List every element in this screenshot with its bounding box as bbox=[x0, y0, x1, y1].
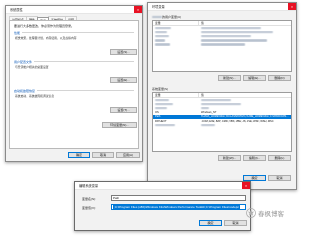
cancel-button[interactable]: 取消 bbox=[268, 175, 291, 181]
list-item[interactable] bbox=[153, 106, 291, 110]
group-description: 系统启动、系统故障和调试信息 bbox=[15, 94, 55, 98]
list-item[interactable] bbox=[153, 43, 291, 47]
edit-dialog-titlebar: 编辑系统变量 × bbox=[75, 182, 250, 190]
system-variables-list[interactable]: 变量 值 OS Windows_NT Path %JAVA_HOME%\bin;%C… bbox=[152, 92, 292, 152]
group-description: 与登录帐户相关的桌面设置 bbox=[15, 65, 49, 69]
cancel-button[interactable]: 取消 bbox=[92, 152, 114, 158]
window-title: 环境变量 bbox=[152, 5, 165, 9]
close-button[interactable]: × bbox=[134, 6, 142, 13]
edit-system-variable-dialog: 编辑系统变量 × 变量名(N): Path 变量值(V): ;C:\Progra… bbox=[74, 181, 251, 231]
variable-name-label: 变量名(N): bbox=[82, 197, 96, 201]
environment-variables-button[interactable]: 环境变量(N)... bbox=[102, 122, 137, 128]
group-title: 性能 bbox=[14, 31, 23, 35]
variable-value-label: 变量值(V): bbox=[82, 206, 96, 210]
startup-recovery-settings-button[interactable]: 设置(T)... bbox=[110, 107, 137, 113]
column-header-value[interactable]: 值 bbox=[199, 93, 291, 97]
redacted-username bbox=[152, 16, 162, 19]
list-item[interactable] bbox=[153, 39, 291, 43]
admin-note: 要进行大多数更改，你必须作为管理员登录。 bbox=[14, 24, 75, 28]
user-variables-label: 的用户变量(U) bbox=[152, 15, 181, 19]
list-item-selected[interactable]: Path %JAVA_HOME%\bin;%CLASSPATH%;%JRE_HOM… bbox=[153, 114, 291, 119]
maple-leaf-icon bbox=[246, 208, 256, 218]
list-item[interactable]: PATHEXT .COM;.EXE;.BAT;.CMD;.VBS;.VBE;.JS… bbox=[153, 119, 291, 123]
system-variables-label: 系统变量(S) bbox=[152, 87, 168, 91]
performance-settings-button[interactable]: 设置(S)... bbox=[110, 49, 137, 55]
list-item[interactable] bbox=[153, 30, 291, 34]
watermark-text: 春枫博客 bbox=[258, 211, 284, 218]
environment-variables-titlebar: 环境变量 × bbox=[148, 3, 296, 11]
user-profiles-settings-button[interactable]: 设置(E)... bbox=[110, 77, 137, 83]
variable-value-selected-text: ;C:\Program Files (x86)\Windows Kits\Win… bbox=[113, 205, 240, 209]
cancel-button[interactable]: 取消 bbox=[224, 220, 247, 226]
group-title: 用户配置文件 bbox=[14, 60, 35, 64]
startup-recovery-group: 启动和故障恢复 系统启动、系统故障和调试信息 bbox=[14, 89, 134, 98]
user-new-button[interactable]: 新建(N)... bbox=[218, 75, 241, 81]
system-properties-window: 系统属性 × 计算机名 硬件 高级 系统保护 远程 要进行大多数更改，你必须作为… bbox=[5, 5, 143, 162]
column-header-variable[interactable]: 变量 bbox=[153, 93, 199, 97]
system-properties-titlebar: 系统属性 × bbox=[6, 6, 142, 14]
list-item[interactable] bbox=[153, 98, 291, 102]
ok-button[interactable]: 确定 bbox=[68, 152, 90, 158]
list-item[interactable] bbox=[153, 34, 291, 38]
blog-watermark: 春枫博客 bbox=[246, 208, 284, 218]
user-profiles-group: 用户配置文件 与登录帐户相关的桌面设置 bbox=[14, 60, 134, 69]
variable-name-input[interactable]: Path bbox=[111, 195, 246, 201]
dialog-title: 编辑系统变量 bbox=[79, 184, 99, 188]
variable-value-input[interactable]: ;C:\Program Files (x86)\Windows Kits\Win… bbox=[111, 204, 246, 210]
list-item[interactable] bbox=[153, 123, 291, 127]
performance-group: 性能 视觉效果，处理器计划，内存使用，以及虚拟内存 bbox=[14, 31, 134, 40]
user-variables-list[interactable]: 变量 值 bbox=[152, 20, 292, 72]
list-item[interactable]: OS Windows_NT bbox=[153, 111, 291, 115]
user-edit-button[interactable]: 编辑(E)... bbox=[243, 75, 266, 81]
user-delete-button[interactable]: 删除(D) bbox=[268, 75, 291, 81]
window-title: 系统属性 bbox=[10, 8, 23, 12]
system-new-button[interactable]: 新建(W)... bbox=[218, 155, 241, 161]
system-delete-button[interactable]: 删除(L) bbox=[268, 155, 291, 161]
close-button[interactable]: × bbox=[242, 182, 250, 189]
ok-button[interactable]: 确定 bbox=[199, 220, 222, 226]
variable-name-value: Path bbox=[113, 196, 120, 200]
column-header-variable[interactable]: 变量 bbox=[153, 21, 199, 25]
system-edit-button[interactable]: 编辑(I)... bbox=[243, 155, 266, 161]
close-button[interactable]: × bbox=[288, 3, 296, 10]
advanced-tab-panel: 要进行大多数更改，你必须作为管理员登录。 性能 视觉效果，处理器计划，内存使用，… bbox=[9, 20, 139, 149]
group-title: 启动和故障恢复 bbox=[14, 89, 38, 93]
list-item[interactable] bbox=[153, 102, 291, 106]
list-item[interactable] bbox=[153, 26, 291, 30]
apply-button[interactable]: 应用(A) bbox=[116, 152, 140, 158]
environment-variables-window: 环境变量 × 的用户变量(U) 变量 值 新建(N)... 编辑(E)... 删… bbox=[147, 2, 297, 190]
group-description: 视觉效果，处理器计划，内存使用，以及虚拟内存 bbox=[15, 36, 77, 40]
column-header-value[interactable]: 值 bbox=[199, 21, 291, 25]
